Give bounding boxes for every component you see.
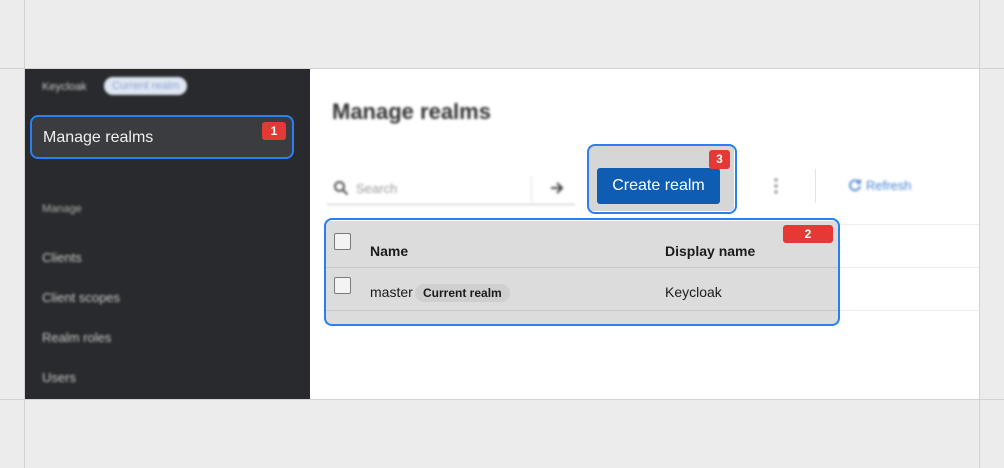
- grid-line: [0, 399, 1004, 400]
- sidebar-item-realm-roles[interactable]: Realm roles: [42, 330, 111, 345]
- sidebar-item-clients[interactable]: Clients: [42, 250, 82, 265]
- page-title: Manage realms: [332, 99, 491, 124]
- sidebar-item-client-scopes[interactable]: Client scopes: [42, 290, 120, 305]
- divider: [838, 224, 979, 225]
- divider: [815, 169, 816, 203]
- arrow-right-icon[interactable]: [549, 180, 565, 196]
- refresh-button[interactable]: Refresh: [848, 178, 912, 193]
- highlight-manage-realms: [30, 115, 294, 159]
- annotation-badge-2: 2: [783, 225, 833, 243]
- refresh-icon: [849, 179, 861, 192]
- refresh-label: Refresh: [866, 178, 912, 193]
- divider: [531, 176, 532, 202]
- search-input[interactable]: Search: [327, 172, 575, 205]
- annotation-badge-1: 1: [262, 122, 286, 140]
- grid-line: [979, 0, 980, 468]
- brand-name: Keycloak: [42, 81, 87, 93]
- annotation-badge-3: 3: [709, 150, 730, 169]
- divider: [838, 267, 979, 268]
- search-placeholder: Search: [356, 181, 398, 196]
- highlight-realms-table: [324, 218, 840, 326]
- search-icon: [334, 181, 349, 196]
- kebab-menu-icon[interactable]: [774, 177, 778, 195]
- current-realm-badge: Current realm: [104, 77, 188, 95]
- sidebar-section-manage: Manage: [42, 203, 82, 215]
- divider: [838, 310, 979, 311]
- sidebar-item-users[interactable]: Users: [42, 370, 76, 385]
